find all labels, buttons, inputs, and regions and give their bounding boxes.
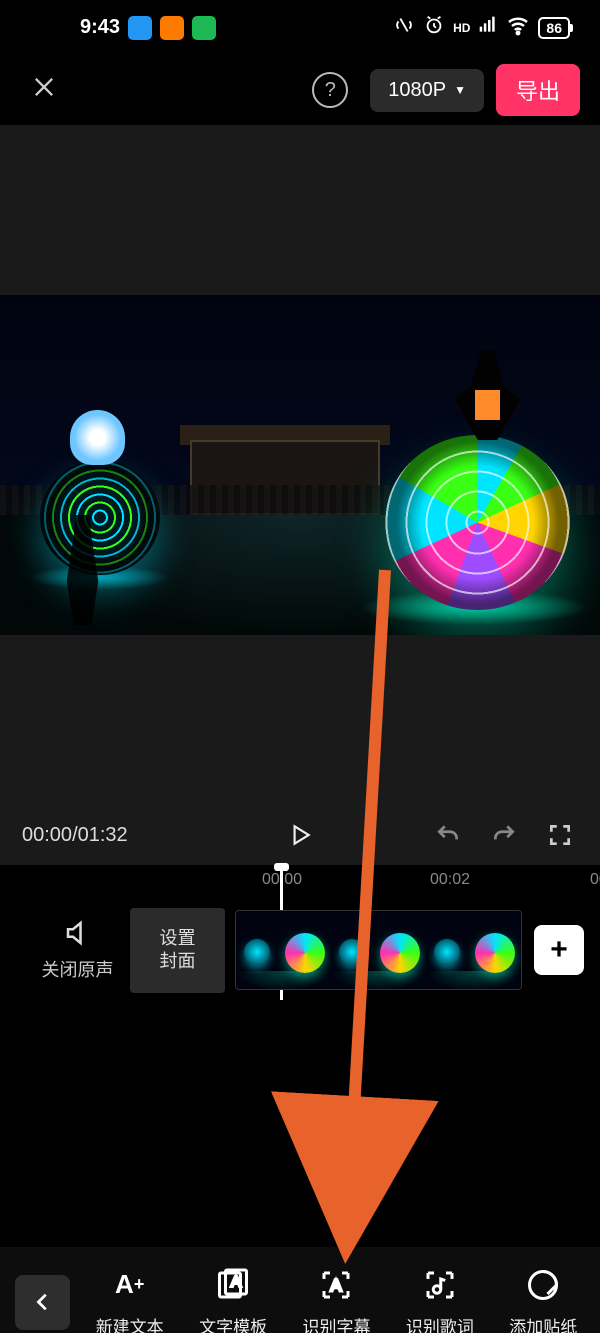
back-button[interactable]: [15, 1275, 70, 1330]
vibrate-icon: [393, 14, 415, 42]
close-button[interactable]: [20, 63, 68, 118]
text-template-icon: A: [215, 1267, 251, 1303]
header-bar: ? 1080P ▼ 导出: [0, 55, 600, 125]
time-tick: 00:02: [430, 871, 470, 889]
add-sticker-icon: [525, 1267, 561, 1303]
svg-text:A: A: [231, 1273, 241, 1290]
help-icon[interactable]: ?: [312, 72, 348, 108]
parade-float-left: [40, 460, 160, 575]
recognize-subtitle-icon: A: [318, 1267, 354, 1303]
audio-label: 关闭原声: [42, 956, 114, 982]
tool-add-sticker[interactable]: 添加贴纸: [498, 1267, 588, 1333]
track-row: 关闭原声 设置 封面 +: [0, 900, 600, 1000]
status-bar: 9:43 HD 86: [0, 0, 600, 55]
tool-new-text[interactable]: A+ 新建文本: [85, 1267, 175, 1333]
tool-text-template[interactable]: A 文字模板: [188, 1267, 278, 1333]
clip-thumb: [331, 911, 426, 990]
alarm-icon: [423, 14, 445, 42]
timecode: 00:00/01:32: [22, 824, 128, 847]
undo-button[interactable]: [430, 817, 466, 853]
chevron-down-icon: ▼: [454, 83, 466, 97]
tool-recognize-lyrics[interactable]: 识别歌词: [395, 1267, 485, 1333]
mute-original-audio[interactable]: 关闭原声: [0, 918, 130, 982]
new-text-icon: A+: [112, 1267, 148, 1303]
app-icon-3: [192, 16, 216, 40]
wifi-icon: [506, 13, 530, 43]
redo-button[interactable]: [486, 817, 522, 853]
time-tick: 00:05: [590, 871, 600, 889]
status-left: 9:43: [80, 16, 216, 40]
video-clip[interactable]: [235, 910, 522, 990]
bottom-toolbar: A+ 新建文本 A 文字模板 A 识别字幕 识别歌词 添加贴纸: [0, 1247, 600, 1333]
tool-recognize-subtitle[interactable]: A 识别字幕: [291, 1267, 381, 1333]
add-clip-button[interactable]: +: [534, 925, 584, 975]
clip-thumb: [426, 911, 521, 990]
svg-text:A: A: [331, 1277, 342, 1295]
app-icon-1: [128, 16, 152, 40]
fullscreen-button[interactable]: [542, 817, 578, 853]
preview-area: 00:00/01:32: [0, 125, 600, 865]
battery-indicator: 86: [538, 17, 570, 39]
play-button[interactable]: [282, 817, 318, 853]
time-ruler[interactable]: 00:00 00:02 00:05: [0, 865, 600, 900]
resolution-dropdown[interactable]: 1080P ▼: [370, 69, 484, 112]
status-time: 9:43: [80, 16, 120, 39]
app-icon-2: [160, 16, 184, 40]
status-right: HD 86: [393, 13, 570, 43]
signal-icon: [478, 15, 498, 41]
parade-float-right: [385, 435, 570, 610]
clip-thumb: [236, 911, 331, 990]
recognize-lyrics-icon: [422, 1267, 458, 1303]
timeline[interactable]: 00:00 00:02 00:05 关闭原声 设置 封面 +: [0, 865, 600, 1030]
video-preview[interactable]: [0, 295, 600, 635]
set-cover-button[interactable]: 设置 封面: [130, 908, 225, 993]
hd-icon: HD: [453, 21, 470, 35]
export-button[interactable]: 导出: [496, 64, 580, 116]
resolution-label: 1080P: [388, 79, 446, 102]
transport-bar: 00:00/01:32: [0, 805, 600, 865]
